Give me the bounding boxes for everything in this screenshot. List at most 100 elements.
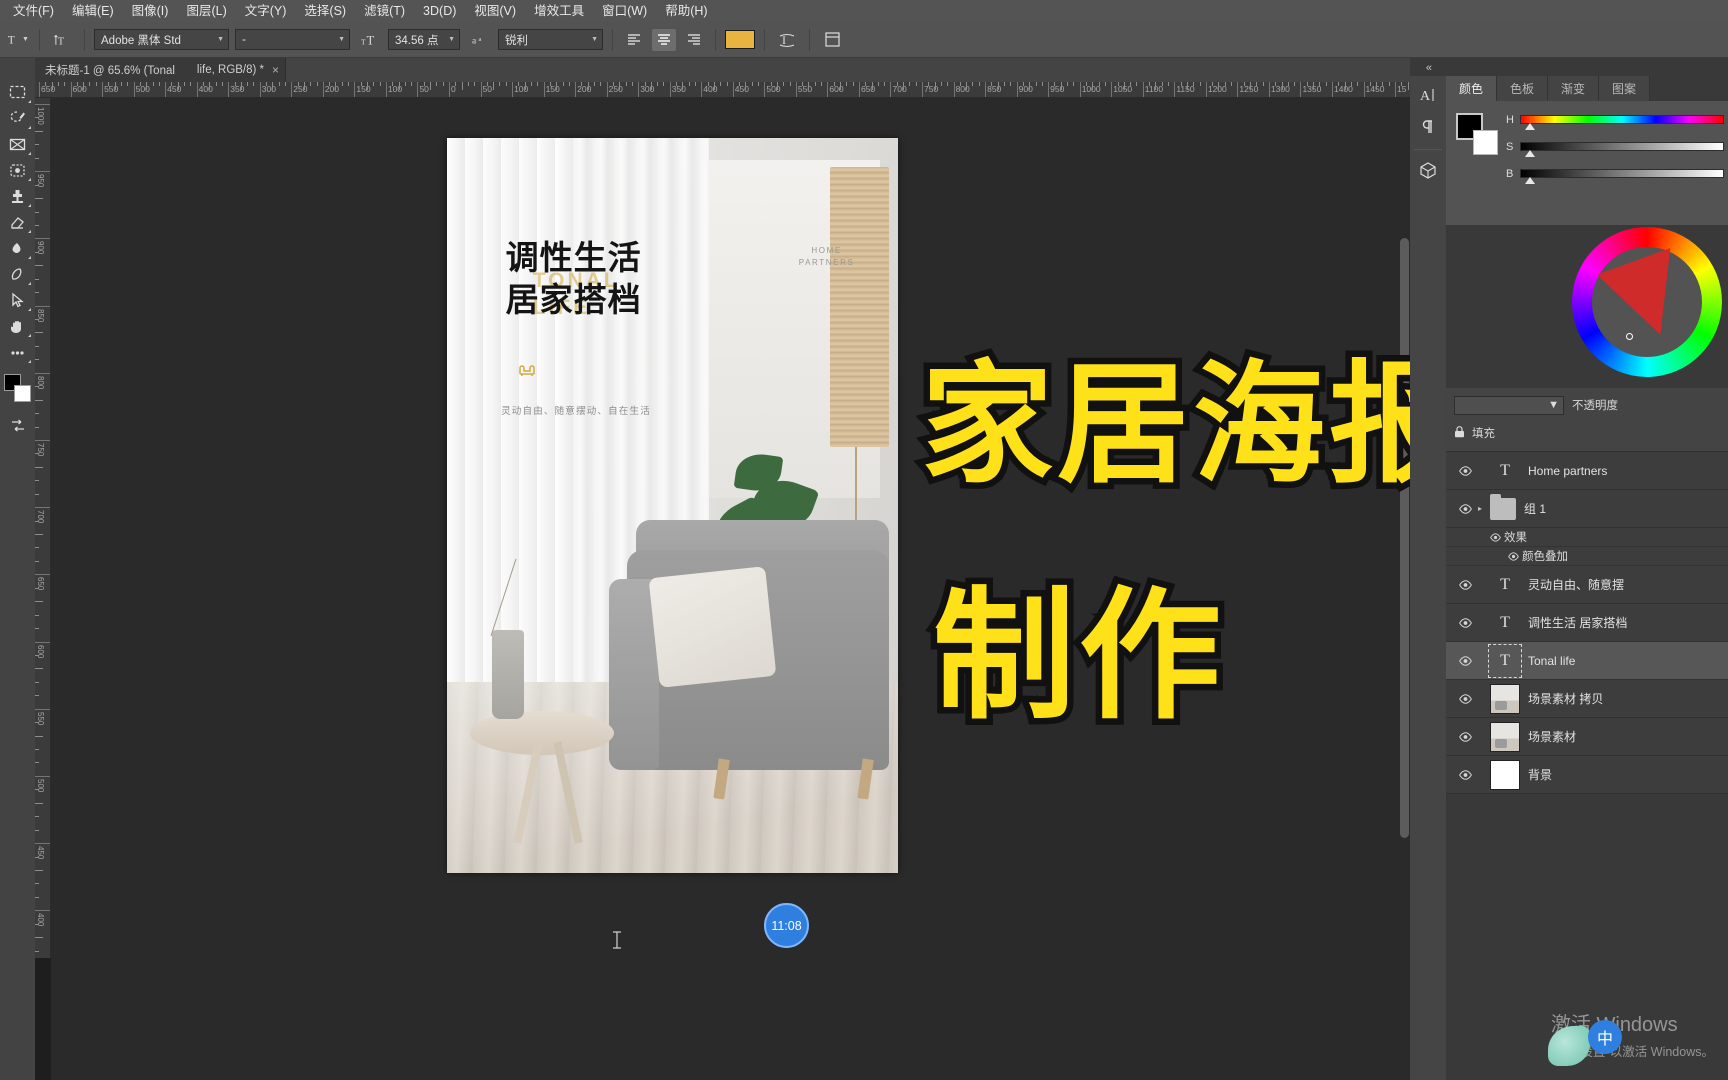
crop-tool[interactable]	[3, 132, 33, 157]
text-layer-thumbnail[interactable]: T	[1490, 570, 1520, 600]
align-right-icon[interactable]	[682, 29, 706, 51]
blend-mode-select[interactable]: ▼	[1454, 395, 1564, 415]
edit-toolbar-button[interactable]	[3, 340, 33, 365]
ime-widget[interactable]: 中	[1546, 1016, 1628, 1074]
font-style-select[interactable]: - ▼	[235, 29, 350, 50]
eye-icon[interactable]	[1452, 693, 1478, 704]
layer-row[interactable]: ▸ 组 1	[1446, 490, 1728, 528]
background-color-swatch[interactable]	[13, 385, 31, 402]
tab-patterns[interactable]: 图案	[1599, 76, 1651, 101]
text-layer-thumbnail[interactable]: T	[1490, 608, 1520, 638]
eraser-tool[interactable]	[3, 210, 33, 235]
pen-tool[interactable]	[3, 262, 33, 287]
text-color-swatch[interactable]	[725, 30, 755, 49]
color-panel-swatches[interactable]	[1456, 113, 1498, 155]
hue-slider[interactable]	[1520, 115, 1724, 130]
tool-color-swatches[interactable]	[3, 374, 33, 408]
brightness-slider[interactable]	[1520, 169, 1724, 184]
artboard[interactable]: TONAL LIFE 调性生活 居家搭档 灵动自由、随意摆动、自在生活 HOME…	[447, 138, 898, 873]
3d-panel-icon[interactable]	[1412, 155, 1444, 185]
layer-list[interactable]: T Home partners ▸ 组 1 效果 颜色叠加 T 灵动自由、随意摆 T 调性生活 居…	[1446, 452, 1728, 1048]
vertical-ruler[interactable]: 1000 950 900 850 800 750 700 650 600 550 500 450 400	[35, 98, 51, 958]
layer-row[interactable]: 场景素材	[1446, 718, 1728, 756]
blur-tool[interactable]	[3, 236, 33, 261]
eye-icon[interactable]	[1452, 731, 1478, 742]
horizontal-ruler[interactable]: 650 600 550 500 450 400 350 300 250 200 150 100 50 0 5…	[35, 82, 1410, 98]
eye-icon[interactable]	[1452, 579, 1478, 590]
layer-thumbnail[interactable]	[1490, 721, 1520, 752]
tab-color[interactable]: 颜色	[1446, 76, 1498, 101]
menu-item-edit[interactable]: 编辑(E)	[63, 1, 123, 22]
path-selection-tool[interactable]	[3, 288, 33, 313]
background-color-swatch[interactable]	[1473, 130, 1498, 155]
color-wheel-selector[interactable]	[1626, 333, 1633, 340]
collapse-panels-icon[interactable]: «	[1426, 62, 1432, 74]
layer-row[interactable]: 场景素材 拷贝	[1446, 680, 1728, 718]
lock-icon[interactable]	[1454, 425, 1465, 441]
quick-selection-tool[interactable]	[3, 158, 33, 183]
clone-stamp-tool[interactable]	[3, 184, 33, 209]
poster-subtitle[interactable]: 灵动自由、随意摆动、自在生活	[501, 403, 651, 417]
menu-item-plugins[interactable]: 增效工具	[525, 1, 593, 22]
layer-row[interactable]: 背景	[1446, 756, 1728, 794]
marquee-tool[interactable]	[3, 80, 33, 105]
font-size-select[interactable]: 34.56 点 ▼	[388, 29, 460, 50]
text-layer-thumbnail[interactable]: T	[1490, 456, 1520, 486]
ime-mode-badge[interactable]: 中	[1588, 1020, 1622, 1054]
menu-item-window[interactable]: 窗口(W)	[593, 1, 656, 22]
saturation-slider[interactable]	[1520, 142, 1724, 157]
lasso-tool[interactable]	[3, 106, 33, 131]
menu-item-image[interactable]: 图像(I)	[123, 1, 178, 22]
layer-effect-row[interactable]: 效果	[1446, 528, 1728, 547]
saturation-slider-knob[interactable]	[1525, 150, 1536, 157]
chevron-right-icon[interactable]: ▸	[1478, 504, 1490, 513]
layer-row[interactable]: T Tonal life	[1446, 642, 1728, 680]
menu-item-filter[interactable]: 滤镜(T)	[355, 1, 414, 22]
close-icon[interactable]: ×	[272, 63, 279, 77]
menu-item-view[interactable]: 视图(V)	[465, 1, 525, 22]
menu-item-3d[interactable]: 3D(D)	[414, 1, 465, 22]
hue-slider-knob[interactable]	[1525, 123, 1536, 130]
quick-mask-icon[interactable]	[7, 416, 29, 436]
hand-tool[interactable]	[3, 314, 33, 339]
layer-thumbnail[interactable]	[1490, 759, 1520, 790]
text-orientation-icon[interactable]: T	[49, 27, 75, 53]
character-panel-icon[interactable]	[819, 27, 845, 53]
align-center-icon[interactable]	[652, 28, 676, 51]
menu-item-file[interactable]: 文件(F)	[4, 1, 63, 22]
font-family-select[interactable]: Adobe 黑体 Std ▼	[94, 29, 229, 50]
document-tab[interactable]: 未标题-1 @ 65.6% (Tonal life, RGB/8) * ×	[35, 58, 287, 82]
ruler-tick-minor	[35, 749, 39, 750]
tab-gradients[interactable]: 渐变	[1548, 76, 1600, 101]
layer-thumbnail[interactable]	[1490, 683, 1520, 714]
text-layer-thumbnail[interactable]: T	[1488, 643, 1522, 678]
character-panel-icon[interactable]: A	[1412, 80, 1444, 110]
menu-item-help[interactable]: 帮助(H)	[656, 1, 716, 22]
group-folder-icon[interactable]	[1490, 493, 1516, 520]
align-left-icon[interactable]	[622, 29, 646, 51]
menu-item-type[interactable]: 文字(Y)	[236, 1, 296, 22]
ruler-tick-minor	[35, 937, 43, 939]
eye-icon[interactable]	[1452, 465, 1478, 476]
eye-icon[interactable]	[1486, 532, 1504, 542]
layer-row[interactable]: T Home partners	[1446, 452, 1728, 490]
color-wheel[interactable]	[1572, 227, 1722, 377]
eye-icon[interactable]	[1452, 655, 1478, 666]
eye-icon[interactable]	[1452, 503, 1478, 514]
eye-icon[interactable]	[1504, 551, 1522, 561]
poster-title[interactable]: 调性生活 居家搭档	[506, 237, 642, 321]
tab-swatches[interactable]: 色板	[1497, 76, 1549, 101]
anti-alias-select[interactable]: 锐利 ▼	[498, 29, 603, 50]
layer-effect-row[interactable]: 颜色叠加	[1446, 547, 1728, 566]
eye-icon[interactable]	[1452, 617, 1478, 628]
menu-item-layer[interactable]: 图层(L)	[177, 1, 235, 22]
warp-text-icon[interactable]: I	[774, 27, 800, 53]
poster-brand-text[interactable]: HOME PARTNERS	[799, 245, 855, 269]
layer-row[interactable]: T 灵动自由、随意摆	[1446, 566, 1728, 604]
menu-item-select[interactable]: 选择(S)	[295, 1, 355, 22]
paragraph-panel-icon[interactable]	[1412, 112, 1444, 142]
tool-preset-icon[interactable]: T ▼	[4, 27, 30, 53]
eye-icon[interactable]	[1452, 769, 1478, 780]
layer-row[interactable]: T 调性生活 居家搭档	[1446, 604, 1728, 642]
brightness-slider-knob[interactable]	[1525, 177, 1536, 184]
